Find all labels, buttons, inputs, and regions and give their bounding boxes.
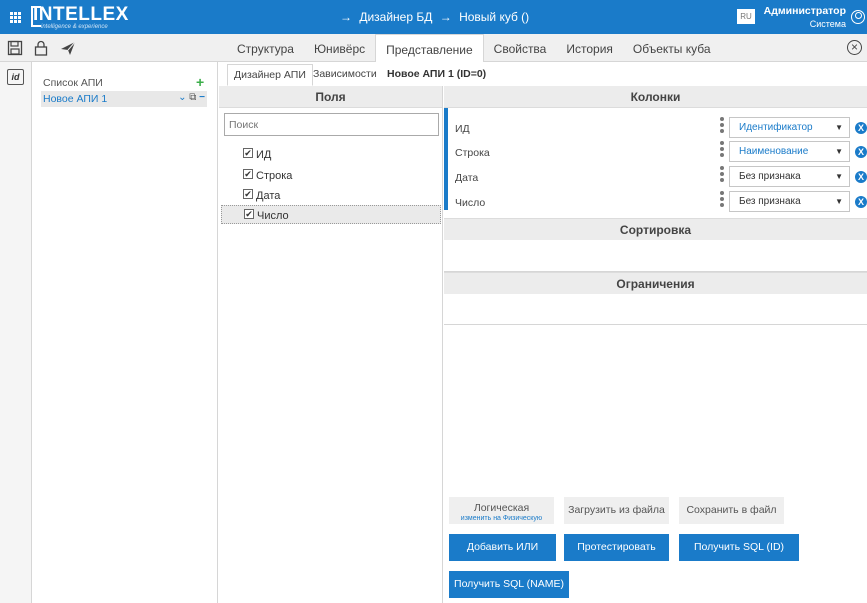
tab-dependencies[interactable]: Зависимости: [307, 64, 383, 86]
copy-icon[interactable]: ⧉: [189, 92, 196, 103]
logo: INTELLEX intelligence & experience: [31, 4, 129, 30]
toolbar: Структура Юнивёрс Представление Свойства…: [0, 34, 867, 63]
remove-column-icon[interactable]: X: [855, 196, 867, 208]
api-item-label: Новое АПИ 1: [43, 93, 108, 105]
api-list-title: Список АПИ: [43, 77, 103, 89]
drag-handle-icon[interactable]: [720, 166, 724, 186]
field-label: ИД: [256, 149, 272, 161]
field-label: Строка: [256, 170, 293, 182]
user-info[interactable]: Администратор Система: [764, 5, 846, 29]
logo-text: INTELLEX: [33, 4, 129, 25]
language-button[interactable]: RU: [737, 9, 755, 24]
user-name: Администратор: [763, 5, 846, 17]
columns-panel: Колонки ИД Идентификатор ▼ X Строка Наиме…: [444, 86, 867, 603]
user-icon[interactable]: [851, 10, 865, 24]
test-button[interactable]: Протестировать: [564, 534, 669, 561]
field-item[interactable]: ✔ ИД: [221, 145, 441, 164]
tab-view[interactable]: Представление: [375, 34, 484, 63]
caret-down-icon: ▼: [835, 197, 843, 206]
limits-area[interactable]: [444, 294, 867, 325]
search-input[interactable]: [224, 113, 439, 136]
tab-api-designer[interactable]: Дизайнер АПИ: [227, 64, 313, 86]
tab-cube-objects[interactable]: Объекты куба: [623, 34, 721, 62]
checkbox[interactable]: ✔: [243, 189, 253, 199]
checkbox[interactable]: ✔: [243, 169, 253, 179]
caret-down-icon: ▼: [835, 172, 843, 181]
breadcrumb: → Дизайнер БД → Новый куб (): [340, 10, 533, 24]
columns-list: ИД Идентификатор ▼ X Строка Наименование ▼…: [444, 108, 867, 212]
load-from-file-button[interactable]: Загрузить из файла: [564, 497, 669, 524]
column-name: Строка: [455, 147, 490, 159]
logo-tagline: intelligence & experience: [41, 24, 108, 30]
limits-title: Ограничения: [444, 272, 867, 294]
add-api-icon[interactable]: +: [196, 74, 204, 90]
checkbox[interactable]: ✔: [244, 209, 254, 219]
checkbox[interactable]: ✔: [243, 148, 253, 158]
column-row: ИД Идентификатор ▼ X: [448, 116, 867, 141]
sorting-area[interactable]: [444, 240, 867, 272]
add-or-button[interactable]: Добавить ИЛИ: [449, 534, 556, 561]
api-list-panel: Список АПИ + Новое АПИ 1 ⌄ ⧉ −: [32, 62, 218, 603]
column-name: ИД: [455, 123, 470, 135]
column-row: Дата Без признака ▼ X: [448, 165, 867, 190]
column-row: Строка Наименование ▼ X: [448, 140, 867, 165]
remove-column-icon[interactable]: X: [855, 171, 867, 183]
fields-title: Поля: [219, 86, 442, 108]
apps-grid-icon[interactable]: [10, 12, 21, 23]
caret-down-icon: ▼: [835, 123, 843, 132]
id-toggle-button[interactable]: id: [7, 69, 24, 85]
chevron-down-icon[interactable]: ⌄: [178, 92, 186, 103]
get-sql-id-button[interactable]: Получить SQL (ID): [679, 534, 799, 561]
field-label: Число: [257, 210, 289, 222]
column-row: Число Без признака ▼ X: [448, 190, 867, 215]
fields-panel: Поля ✔ ИД ✔ Строка ✔ Дата ✔ Число: [219, 86, 443, 603]
breadcrumb-item-db-designer[interactable]: Дизайнер БД: [359, 10, 432, 24]
remove-icon[interactable]: −: [199, 92, 205, 103]
api-title: Новое АПИ 1 (ID=0): [387, 68, 487, 80]
remove-column-icon[interactable]: X: [855, 146, 867, 158]
tab-properties[interactable]: Свойства: [484, 34, 557, 62]
drag-handle-icon[interactable]: [720, 117, 724, 137]
save-icon[interactable]: [7, 40, 23, 56]
list-item[interactable]: Новое АПИ 1 ⌄ ⧉ −: [41, 91, 207, 107]
tab-history[interactable]: История: [556, 34, 623, 62]
arrow-right-icon: →: [340, 10, 352, 24]
lock-icon[interactable]: [33, 40, 49, 56]
column-attribute-select[interactable]: Без признака ▼: [729, 166, 850, 187]
save-to-file-button[interactable]: Сохранить в файл: [679, 497, 784, 524]
logical-mode-button[interactable]: Логическая изменить на Физическую: [449, 497, 554, 524]
column-attribute-select[interactable]: Без признака ▼: [729, 191, 850, 212]
field-label: Дата: [256, 190, 281, 202]
column-attribute-select[interactable]: Наименование ▼: [729, 141, 850, 162]
field-item[interactable]: ✔ Дата: [221, 186, 441, 205]
column-attribute-select[interactable]: Идентификатор ▼: [729, 117, 850, 138]
sub-tabs: Дизайнер АПИ Зависимости Новое АПИ 1 (ID…: [219, 62, 867, 86]
drag-handle-icon[interactable]: [720, 141, 724, 161]
arrow-right-icon: →: [439, 10, 452, 24]
field-item[interactable]: ✔ Число: [221, 205, 441, 224]
user-role: Система: [809, 19, 846, 29]
field-item[interactable]: ✔ Строка: [221, 166, 441, 185]
tab-structure[interactable]: Структура: [227, 34, 304, 62]
send-icon[interactable]: [60, 40, 76, 56]
close-icon[interactable]: ×: [847, 40, 862, 55]
remove-column-icon[interactable]: X: [855, 122, 867, 134]
caret-down-icon: ▼: [835, 147, 843, 156]
get-sql-name-button[interactable]: Получить SQL (NAME): [449, 571, 569, 598]
column-name: Дата: [455, 172, 479, 184]
column-name: Число: [455, 197, 486, 209]
sorting-title: Сортировка: [444, 218, 867, 240]
breadcrumb-item-cube[interactable]: Новый куб (): [459, 10, 529, 24]
top-bar: INTELLEX intelligence & experience → Диз…: [0, 0, 867, 34]
columns-title: Колонки: [444, 86, 867, 108]
left-rail: id: [0, 62, 32, 603]
tab-universe[interactable]: Юнивёрс: [304, 34, 375, 62]
drag-handle-icon[interactable]: [720, 191, 724, 211]
main-tabs: Структура Юнивёрс Представление Свойства…: [227, 34, 721, 63]
